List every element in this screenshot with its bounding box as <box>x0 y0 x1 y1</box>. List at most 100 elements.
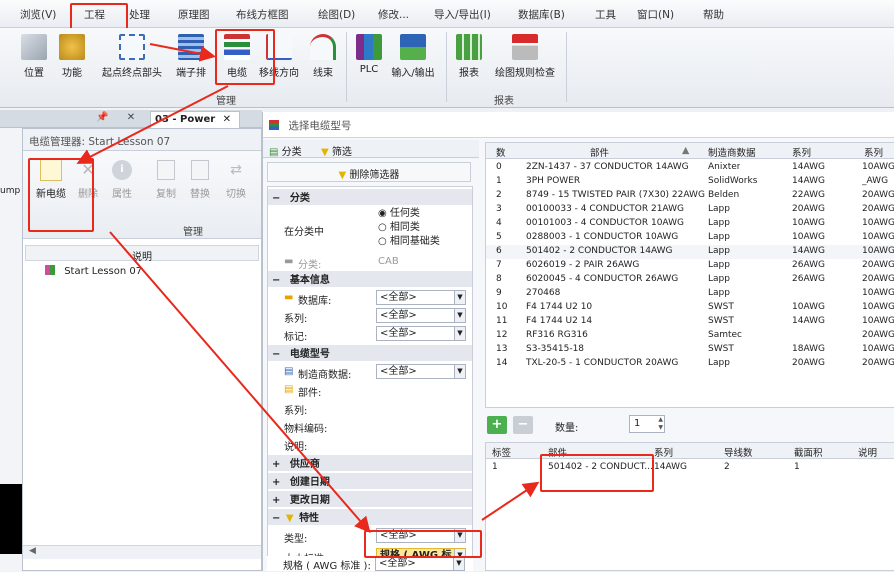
chevron-down-icon[interactable]: ▼ <box>454 365 465 378</box>
menu-process[interactable]: 处理 <box>129 7 150 22</box>
table-cell: 20AWG -> 2 <box>862 260 894 270</box>
database-combo[interactable]: <全部> ▼ <box>376 290 466 305</box>
menu-view[interactable]: 浏览(V) <box>20 7 56 22</box>
collapse-icon[interactable]: − <box>272 349 280 360</box>
menu-line-diagram[interactable]: 布线方框图 <box>236 7 289 22</box>
table-row[interactable]: 11 F4 1744 U2 14 SWST 14AWG 10AWG -> 1 <box>486 315 894 329</box>
section-basic[interactable]: − 基本信息 <box>268 271 472 287</box>
table-row[interactable]: 1 3PH POWER SolidWorks 14AWG _AWG <box>486 175 894 189</box>
table-row[interactable]: 7 6026019 - 2 PAIR 26AWG Lapp 26AWG 20AWG ->… <box>486 259 894 273</box>
section-supplier[interactable]: + 供应商 <box>268 455 472 471</box>
ribbon-origin-dest-button[interactable]: 起点终点部头 <box>96 32 168 79</box>
section-cable-ref[interactable]: − 电缆型号 <box>268 345 472 361</box>
expand-icon[interactable]: + <box>272 495 280 506</box>
menu-import-export[interactable]: 导入/导出(I) <box>434 7 491 22</box>
part-row[interactable]: ▤ 部件: <box>268 381 472 399</box>
ribbon-terminal-strip-button[interactable]: 端子排 <box>172 32 210 79</box>
copy-button[interactable]: 复制 <box>151 159 181 200</box>
properties-button[interactable]: i 属性 <box>107 159 137 200</box>
cable-series-row[interactable]: 系列: <box>268 399 472 417</box>
table-row[interactable]: 6 501402 - 2 CONDUCTOR 14AWG Lapp 14AWG 10AW… <box>486 245 894 259</box>
table-row[interactable]: 4 00101003 - 4 CONDUCTOR 10AWG Lapp 10AWG 10… <box>486 217 894 231</box>
ribbon-harness-button[interactable]: 线束 <box>306 32 340 79</box>
section-created[interactable]: + 创建日期 <box>268 473 472 489</box>
sel-col-section[interactable]: 截面积 <box>794 445 823 459</box>
col-number[interactable]: 数 <box>496 145 506 159</box>
table-row[interactable]: 0 2ZN-1437 - 37 CONDUCTOR 14AWG Anixter 14A… <box>486 161 894 175</box>
ribbon-function-button[interactable]: 功能 <box>56 32 88 79</box>
col-manufacturer[interactable]: 制造商数据 <box>708 145 756 159</box>
tree-item-project[interactable]: Start Lesson 07 <box>45 265 142 277</box>
col-series-2[interactable]: 系列 <box>864 145 883 159</box>
expand-icon[interactable]: + <box>272 459 280 470</box>
section-modified[interactable]: + 更改日期 <box>268 491 472 507</box>
collapse-icon[interactable]: − <box>272 513 280 524</box>
awg-gauge-combo[interactable]: <全部> ▼ <box>375 556 465 571</box>
ribbon-report-button[interactable]: 报表 <box>452 32 486 79</box>
sel-col-wires[interactable]: 导线数 <box>724 445 753 459</box>
table-row[interactable]: 2 8749 - 15 TWISTED PAIR (7X30) 22AWG Beld… <box>486 189 894 203</box>
table-row[interactable]: 8 6020045 - 4 CONDUCTOR 26AWG Lapp 26AWG 20A… <box>486 273 894 287</box>
radio-any-category[interactable]: ◉ 任何类 <box>378 207 440 221</box>
menu-window[interactable]: 窗口(N) <box>637 7 674 22</box>
ribbon-io-button[interactable]: 输入/输出 <box>388 32 438 79</box>
table-cell: 501402 - 2 CONDUCTOR 14AWG <box>526 246 673 256</box>
manufacturer-combo[interactable]: <全部> ▼ <box>376 364 466 379</box>
radio-same-base[interactable]: ○ 相同基础类 <box>378 235 440 249</box>
close-icon[interactable]: ✕ <box>120 112 142 123</box>
table-row[interactable]: 13 S3-35415-18 SWST 18AWG 10AWG -> 1 <box>486 343 894 357</box>
col-part[interactable]: 部件 <box>590 145 609 159</box>
mark-combo[interactable]: <全部> ▼ <box>376 326 466 341</box>
switch-button[interactable]: ⇄ 切换 <box>221 159 251 200</box>
table-row[interactable]: 3 00100033 - 4 CONDUCTOR 21AWG Lapp 20AWG 20… <box>486 203 894 217</box>
table-cell: 13 <box>496 344 508 354</box>
table-row[interactable]: 9 270468 Lapp 10AWG -> 1 <box>486 287 894 301</box>
menu-draw[interactable]: 绘图(D) <box>318 7 355 22</box>
sel-col-desc[interactable]: 说明 <box>858 445 877 459</box>
table-cell: 0 <box>496 162 502 172</box>
delete-filter-button[interactable]: ▼ 删除筛选器 <box>267 162 471 182</box>
tab-power[interactable]: 03 - Power ✕ <box>150 111 240 128</box>
menu-tools[interactable]: 工具 <box>595 7 616 22</box>
ribbon-location-button[interactable]: 位置 <box>18 32 50 79</box>
expand-icon[interactable]: + <box>272 477 280 488</box>
sel-col-tag[interactable]: 标签 <box>492 445 511 459</box>
section-properties[interactable]: − ▼ 特性 <box>268 509 472 525</box>
ribbon-plc-button[interactable]: PLC <box>352 32 386 75</box>
pin-icon[interactable]: 📌 <box>96 112 108 123</box>
table-row[interactable]: 14 TXL-20-5 - 1 CONDUCTOR 20AWG Lapp 20AWG 2… <box>486 357 894 371</box>
menu-modify[interactable]: 修改... <box>378 7 409 22</box>
column-header[interactable]: 说明 <box>25 245 259 263</box>
ribbon-drc-button[interactable]: 绘图规则检查 <box>488 32 562 79</box>
table-row[interactable]: 10 F4 1744 U2 10 SWST 10AWG 10AWG -> 1 <box>486 301 894 315</box>
tab-filter[interactable]: ▼ 筛选 <box>321 143 352 158</box>
stepper-arrows-icon[interactable]: ▲ ▼ <box>658 416 663 432</box>
chevron-down-icon[interactable]: ▼ <box>454 309 465 322</box>
sort-asc-icon[interactable]: ▲ <box>682 145 689 156</box>
series-combo[interactable]: <全部> ▼ <box>376 308 466 323</box>
replace-button[interactable]: 替换 <box>185 159 215 200</box>
quantity-stepper[interactable]: 1 ▲ ▼ <box>629 415 665 433</box>
scroll-left-icon[interactable]: ◀ <box>29 546 36 556</box>
section-category[interactable]: − 分类 <box>268 189 472 205</box>
chevron-down-icon[interactable]: ▼ <box>454 291 465 304</box>
table-row[interactable]: 12 RF316 RG316 Samtec 20AWG -> 2 <box>486 329 894 343</box>
tab-category[interactable]: ▤ 分类 <box>269 143 302 158</box>
chevron-down-icon[interactable]: ▼ <box>454 327 465 340</box>
collapse-icon[interactable]: − <box>272 275 280 286</box>
collapse-icon[interactable]: − <box>272 193 280 204</box>
menu-database[interactable]: 数据库(B) <box>518 7 565 22</box>
col-series[interactable]: 系列 <box>792 145 811 159</box>
add-button[interactable]: + <box>487 416 507 434</box>
sel-col-series[interactable]: 系列 <box>654 445 673 459</box>
menu-schematic[interactable]: 原理图 <box>178 7 210 22</box>
radio-same-category[interactable]: ○ 相同类 <box>378 221 440 235</box>
menu-help[interactable]: 帮助 <box>703 7 724 22</box>
material-code-row[interactable]: 物料编码: <box>268 417 472 435</box>
chevron-down-icon[interactable]: ▼ <box>453 557 464 570</box>
tab-close-icon[interactable]: ✕ <box>223 114 231 125</box>
remove-button[interactable]: − <box>513 416 533 434</box>
horizontal-scrollbar[interactable]: ◀ <box>23 545 261 559</box>
description-row[interactable]: 说明: <box>268 435 472 453</box>
table-row[interactable]: 5 0288003 - 1 CONDUCTOR 10AWG Lapp 10AWG 10A… <box>486 231 894 245</box>
